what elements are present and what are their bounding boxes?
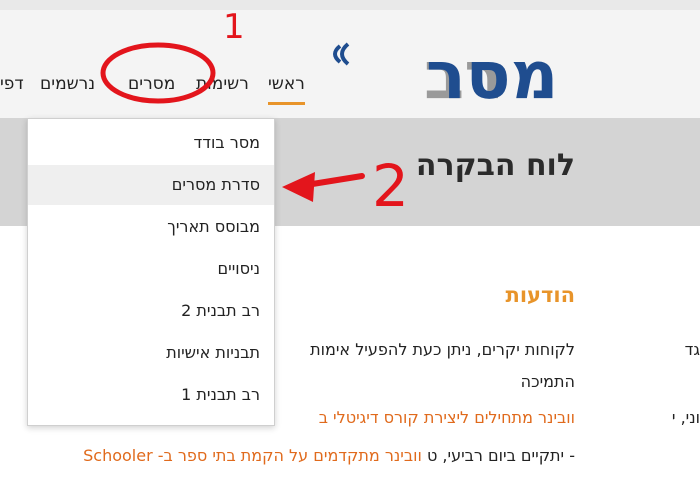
nav-item-messages[interactable]: מסרים (128, 74, 175, 94)
nav-item-home[interactable]: ראשי (268, 74, 305, 105)
page-title: לוח הבקרה (415, 148, 575, 183)
nav-item-pages[interactable]: דפי (0, 74, 24, 94)
dropdown-item-personal-templates[interactable]: תבניות אישיות (28, 333, 274, 373)
dropdown-item-multi-template-1[interactable]: רב תבנית 1 (28, 375, 274, 415)
announcement-text-overflow: גד (684, 340, 700, 359)
ravmeser-logo[interactable]: רב מסר (326, 38, 576, 108)
svg-text:מסר: מסר (426, 38, 558, 108)
webinar-link-beginners[interactable]: וובינר מתחילים ליצירת קורס דיגיטלי ב (319, 408, 575, 427)
webinar-link-advanced[interactable]: - יתקיים ביום רביעי, ט וובינר מתקדמים על… (83, 446, 575, 465)
announcement-line-2: התמיכה (520, 372, 575, 391)
top-navigation-bar: רב מסר ראשי רשימות מסרים נרשמים דפי (0, 0, 700, 118)
dropdown-item-single-message[interactable]: מסר בודד (28, 123, 274, 163)
webinar-link-beginners-overflow: וני, י (671, 408, 700, 427)
dropdown-item-date-based[interactable]: מבוסס תאריך (28, 207, 274, 247)
dropdown-item-message-series[interactable]: סדרת מסרים (28, 165, 274, 205)
dropdown-item-experiments[interactable]: ניסויים (28, 249, 274, 289)
messages-dropdown-menu: מסר בודד סדרת מסרים מבוסס תאריך ניסויים … (27, 118, 275, 426)
dropdown-item-multi-template-2[interactable]: רב תבנית 2 (28, 291, 274, 331)
announcements-title: הודעות (505, 283, 575, 307)
announcement-text: לקוחות יקרים, ניתן כעת להפעיל אימות (310, 340, 575, 359)
announcement-line-1: לקוחות יקרים, ניתן כעת להפעיל אימות (310, 340, 575, 359)
nav-item-subscribers[interactable]: נרשמים (40, 74, 95, 94)
nav-item-lists[interactable]: רשימות (196, 74, 249, 94)
